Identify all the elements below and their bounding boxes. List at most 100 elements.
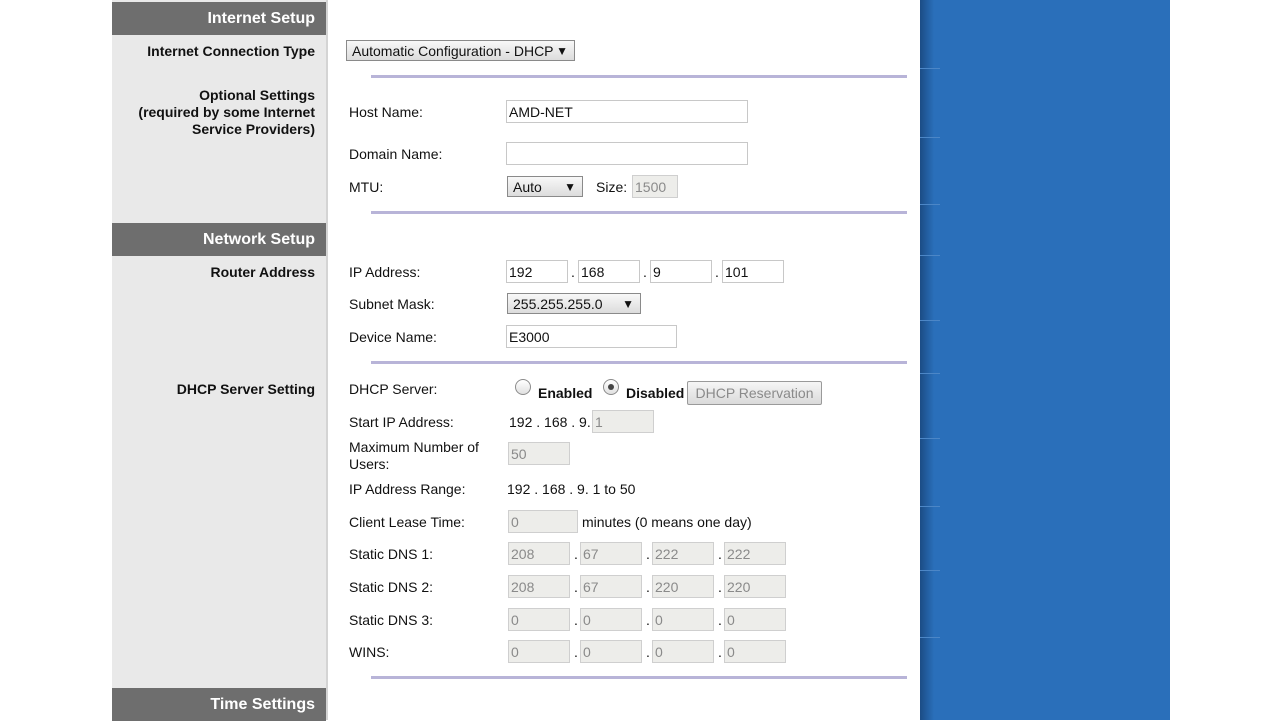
dns1-octet-2: 67 — [583, 545, 599, 562]
device-name-value: E3000 — [509, 328, 550, 345]
start-ip-label: Start IP Address: — [349, 414, 454, 430]
mtu-select[interactable]: Auto ▼ — [507, 176, 583, 197]
wins-octet-2: 0 — [583, 643, 591, 660]
panel-tick — [920, 255, 940, 256]
ip-separator: . — [718, 612, 722, 628]
label-dhcp-server-setting: DHCP Server Setting — [176, 381, 315, 397]
device-name-input[interactable]: E3000 — [506, 325, 677, 348]
ip-octet-3-input[interactable]: 9 — [650, 260, 712, 283]
ip-separator: . — [646, 546, 650, 562]
wins-octet-3-input[interactable]: 0 — [652, 640, 714, 663]
ip-separator: . — [574, 579, 578, 595]
chevron-down-icon: ▼ — [556, 44, 568, 58]
dns2-octet-3-input[interactable]: 220 — [652, 575, 714, 598]
dns3-octet-2: 0 — [583, 611, 591, 628]
max-users-value: 50 — [511, 445, 527, 462]
ip-separator: . — [718, 644, 722, 660]
dns3-octet-4-input[interactable]: 0 — [724, 608, 786, 631]
divider — [371, 211, 907, 214]
dns2-octet-4: 220 — [727, 578, 751, 595]
label-connection-type: Internet Connection Type — [147, 43, 315, 59]
ip-separator: . — [574, 612, 578, 628]
dns3-octet-3-input[interactable]: 0 — [652, 608, 714, 631]
divider — [371, 361, 907, 364]
subnet-mask-select[interactable]: 255.255.255.0 ▼ — [507, 293, 641, 314]
ip-octet-4-input[interactable]: 101 — [722, 260, 784, 283]
connection-type-select[interactable]: Automatic Configuration - DHCP ▼ — [346, 40, 575, 61]
divider — [371, 676, 907, 679]
section-title: Time Settings — [210, 695, 315, 713]
dns3-label: Static DNS 3: — [349, 612, 434, 628]
host-name-input[interactable]: AMD-NET — [506, 100, 748, 123]
dns3-octet-4: 0 — [727, 611, 735, 628]
ip-octet-2: 168 — [581, 263, 605, 280]
dhcp-disabled-radio[interactable] — [603, 379, 619, 395]
start-ip-last-value: 1 — [595, 413, 603, 430]
dns1-octet-2-input[interactable]: 67 — [580, 542, 642, 565]
lease-time-input[interactable]: 0 — [508, 510, 578, 533]
mtu-value: Auto — [513, 178, 542, 195]
ip-octet-1-input[interactable]: 192 — [506, 260, 568, 283]
ip-octet-2-input[interactable]: 168 — [578, 260, 640, 283]
dhcp-enabled-radio[interactable] — [515, 379, 531, 395]
panel-tick — [920, 373, 940, 374]
label-optional-settings: Optional Settings — [199, 87, 315, 103]
dns1-octet-4: 222 — [727, 545, 751, 562]
dns2-label: Static DNS 2: — [349, 579, 434, 595]
dns2-octet-2-input[interactable]: 67 — [580, 575, 642, 598]
section-header-network-setup: Network Setup — [112, 223, 326, 256]
dns3-octet-2-input[interactable]: 0 — [580, 608, 642, 631]
ip-octet-3: 9 — [653, 263, 661, 280]
section-header-time-settings: Time Settings — [112, 688, 326, 721]
dns3-octet-1-input[interactable]: 0 — [508, 608, 570, 631]
mtu-label: MTU: — [349, 179, 384, 195]
panel-tick — [920, 68, 940, 69]
panel-tick — [920, 637, 940, 638]
dns2-octet-1-input[interactable]: 208 — [508, 575, 570, 598]
ip-separator: . — [574, 644, 578, 660]
ip-separator: . — [646, 612, 650, 628]
ip-range-label: IP Address Range: — [349, 481, 466, 497]
host-name-value: AMD-NET — [509, 103, 573, 120]
wins-octet-4-input[interactable]: 0 — [724, 640, 786, 663]
mtu-size-input[interactable]: 1500 — [632, 175, 678, 198]
section-title: Network Setup — [202, 230, 315, 248]
subnet-mask-value: 255.255.255.0 — [513, 295, 603, 312]
chevron-down-icon: ▼ — [622, 297, 634, 311]
max-users-input[interactable]: 50 — [508, 442, 570, 465]
dhcp-server-label: DHCP Server: — [349, 381, 438, 397]
wins-octet-4: 0 — [727, 643, 735, 660]
wins-octet-2-input[interactable]: 0 — [580, 640, 642, 663]
subnet-mask-label: Subnet Mask: — [349, 296, 435, 312]
ip-range-value: 192 . 168 . 9. 1 to 50 — [507, 481, 636, 497]
chevron-down-icon: ▼ — [564, 180, 576, 194]
panel-tick — [920, 506, 940, 507]
ip-separator: . — [574, 546, 578, 562]
ip-separator: . — [715, 264, 719, 280]
dns1-octet-3-input[interactable]: 222 — [652, 542, 714, 565]
panel-tick — [920, 137, 940, 138]
domain-name-input[interactable] — [506, 142, 748, 165]
panel-tick — [920, 438, 940, 439]
label-router-address: Router Address — [210, 264, 315, 280]
right-side-panel — [920, 0, 1170, 720]
dns1-octet-4-input[interactable]: 222 — [724, 542, 786, 565]
wins-label: WINS: — [349, 644, 390, 660]
lease-time-label: Client Lease Time: — [349, 514, 465, 530]
dhcp-reservation-button[interactable]: DHCP Reservation — [687, 381, 822, 405]
wins-octet-1-input[interactable]: 0 — [508, 640, 570, 663]
host-name-label: Host Name: — [349, 104, 423, 120]
mtu-size-label: Size: — [596, 179, 628, 195]
ip-separator: . — [646, 644, 650, 660]
panel-tick — [920, 204, 940, 205]
start-ip-prefix: 192 . 168 . 9. — [509, 414, 591, 430]
start-ip-last-input[interactable]: 1 — [592, 410, 654, 433]
dns1-octet-1-input[interactable]: 208 — [508, 542, 570, 565]
max-users-label-2: Users: — [349, 456, 390, 472]
dns1-octet-3: 222 — [655, 545, 679, 562]
dhcp-disabled-label: Disabled — [626, 385, 685, 401]
section-title: Internet Setup — [207, 9, 315, 27]
label-optional-required: (required by some Internet — [138, 104, 315, 120]
dns2-octet-4-input[interactable]: 220 — [724, 575, 786, 598]
dns1-octet-1: 208 — [511, 545, 535, 562]
